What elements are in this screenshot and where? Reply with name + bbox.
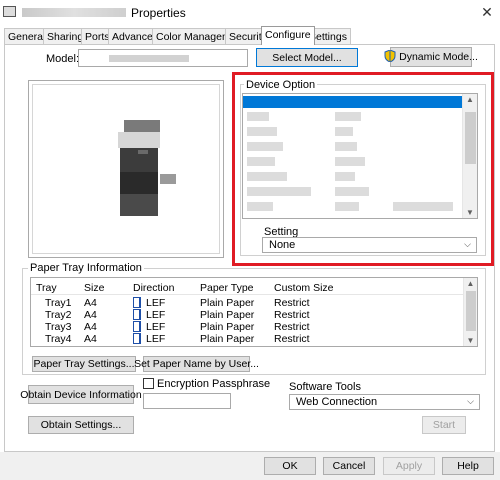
software-tools-dropdown[interactable]: Web Connection ⌵	[289, 394, 480, 410]
apply-button[interactable]: Apply	[383, 457, 435, 475]
scrollbar-thumb[interactable]	[465, 112, 476, 164]
paper-type-cell: Plain Paper	[200, 333, 255, 345]
chevron-down-icon: ⌵	[464, 239, 471, 249]
scroll-down-icon[interactable]: ▼	[463, 208, 477, 217]
tab-configure[interactable]: Configure	[261, 26, 315, 45]
direction-cell: LEF	[146, 297, 166, 309]
paper-tray-title: Paper Tray Information	[28, 262, 144, 274]
paper-type-cell: Plain Paper	[200, 309, 255, 321]
size-cell: A4	[84, 297, 97, 309]
printer-image	[118, 120, 176, 220]
direction-cell: LEF	[146, 321, 166, 333]
lef-icon	[133, 333, 141, 344]
help-button[interactable]: Help	[442, 457, 494, 475]
set-paper-name-button[interactable]: Set Paper Name by User...	[134, 356, 259, 372]
lef-icon	[133, 309, 141, 320]
size-cell: A4	[84, 333, 97, 345]
size-cell: A4	[84, 309, 97, 321]
close-icon[interactable]: ✕	[478, 3, 496, 21]
column-direction: Direction	[133, 282, 175, 294]
ok-button[interactable]: OK	[264, 457, 316, 475]
software-tools-label: Software Tools	[289, 381, 361, 393]
tray-list-scrollbar[interactable]: ▲ ▼	[463, 278, 477, 346]
start-button[interactable]: Start	[422, 416, 466, 434]
tray-cell: Tray3	[45, 321, 72, 333]
scrollbar-thumb[interactable]	[466, 291, 476, 331]
direction-cell: LEF	[146, 309, 166, 321]
dynamic-mode-button[interactable]: Dynamic Mode...	[384, 47, 478, 67]
encryption-passphrase-checkbox[interactable]	[143, 378, 154, 389]
setting-dropdown[interactable]: None ⌵	[262, 237, 477, 253]
blurred-model-name	[109, 55, 189, 62]
model-field[interactable]	[78, 49, 248, 67]
obtain-settings-button[interactable]: Obtain Settings...	[28, 416, 134, 434]
paper-type-cell: Plain Paper	[200, 297, 255, 309]
custom-size-cell: Restrict	[274, 297, 310, 309]
tray-cell: Tray1	[45, 297, 72, 309]
paper-tray-settings-button[interactable]: Paper Tray Settings...	[32, 356, 136, 372]
column-tray: Tray	[36, 282, 57, 294]
lef-icon	[133, 321, 141, 332]
custom-size-cell: Restrict	[274, 321, 310, 333]
column-custom-size: Custom Size	[274, 282, 334, 294]
tray-cell: Tray2	[45, 309, 72, 321]
encryption-passphrase-label: Encryption Passphrase	[157, 378, 271, 390]
obtain-device-information-button[interactable]: Obtain Device Information	[20, 385, 142, 404]
cancel-button[interactable]: Cancel	[323, 457, 375, 475]
scroll-up-icon[interactable]: ▲	[463, 95, 477, 104]
chevron-down-icon: ⌵	[467, 396, 474, 406]
device-option-list[interactable]	[242, 93, 478, 219]
window-title: Properties	[131, 6, 186, 20]
table-row[interactable]: Tray4 A4 LEF Plain Paper Restrict	[31, 333, 463, 346]
header-divider	[31, 294, 463, 295]
lef-icon	[133, 297, 141, 308]
column-paper-type: Paper Type	[200, 282, 254, 294]
custom-size-cell: Restrict	[274, 309, 310, 321]
setting-value: None	[269, 239, 296, 251]
device-option-title: Device Option	[244, 79, 318, 91]
tray-cell: Tray4	[45, 333, 72, 345]
dynamic-mode-label: Dynamic Mode...	[399, 51, 478, 63]
model-label: Model:	[46, 53, 80, 65]
blurred-printer-name	[22, 8, 126, 17]
shield-icon	[384, 48, 396, 65]
size-cell: A4	[84, 321, 97, 333]
encryption-passphrase-input[interactable]	[143, 393, 231, 409]
scroll-down-icon[interactable]: ▼	[464, 336, 477, 345]
scroll-up-icon[interactable]: ▲	[464, 279, 477, 288]
selected-option-row[interactable]	[243, 96, 463, 108]
software-tools-value: Web Connection	[296, 396, 378, 408]
direction-cell: LEF	[146, 333, 166, 345]
select-model-button[interactable]: Select Model...	[256, 48, 358, 67]
device-option-scrollbar[interactable]: ▲ ▼	[462, 94, 477, 218]
custom-size-cell: Restrict	[274, 333, 310, 345]
paper-type-cell: Plain Paper	[200, 321, 255, 333]
column-size: Size	[84, 282, 105, 294]
printer-icon	[3, 6, 16, 17]
